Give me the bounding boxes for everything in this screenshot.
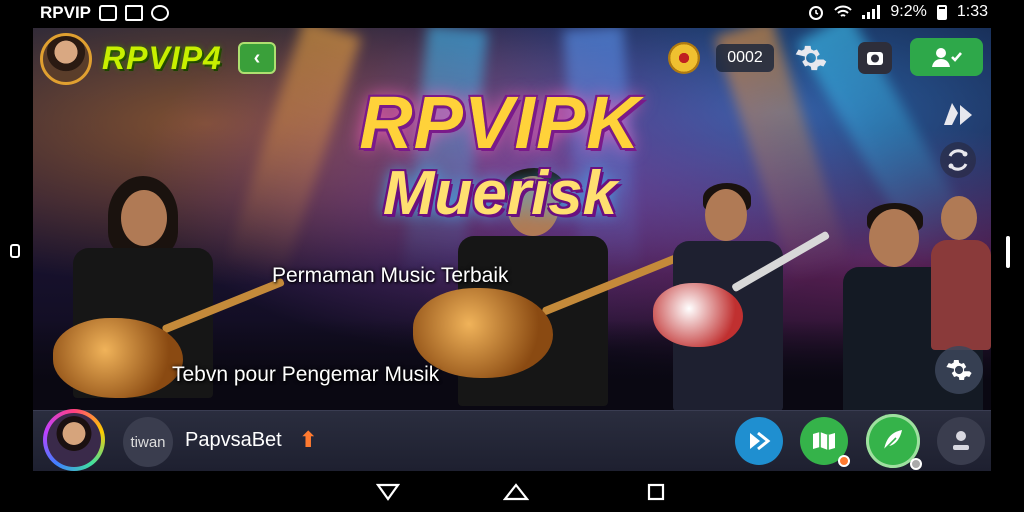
user-icon [953,431,969,450]
notification-icon [99,5,118,21]
subtitle-2: Tebvn pour Pengemar Musik [172,363,440,386]
refresh-icon[interactable] [938,140,978,180]
back-triangle-icon [376,483,400,501]
battery-percent: 9:2% [890,3,927,20]
share-icon[interactable] [938,95,978,135]
status-right: 9:2% 1:33 [808,3,988,21]
image-icon [125,5,144,21]
signal-icon [862,5,881,19]
feather-icon [883,430,902,451]
gear-icon [946,359,972,381]
edit-button[interactable] [866,414,922,470]
notification-dot [838,455,850,467]
play-button[interactable] [735,417,783,465]
coin-icon[interactable] [668,42,700,74]
add-user-icon [931,48,962,67]
status-dot [910,458,922,470]
title-line-2: Muerisk [382,159,618,228]
navigation-bar [0,472,1024,512]
settings-gear-icon[interactable] [794,41,828,75]
nav-home-button[interactable] [503,480,529,504]
edge-handle-right [1006,236,1010,268]
nav-recents-button[interactable] [643,480,669,504]
player-avatar[interactable] [40,33,92,85]
back-button[interactable]: ‹ [238,42,276,74]
add-friend-button[interactable] [910,38,983,76]
status-app-label: RPVIP [40,3,92,22]
bottom-bar: tiwan PapvsaBet ⬆ [33,410,991,471]
secondary-avatar[interactable]: tiwan [123,417,173,467]
subtitle-1: Permaman Music Terbaik [272,264,509,287]
battery-icon [936,4,947,20]
clock: 1:33 [956,3,988,20]
edge-handle-left [10,244,20,258]
nav-back-button[interactable] [375,480,401,504]
app-notification-icon [151,5,170,21]
status-left: RPVIP [40,3,170,23]
profile-avatar[interactable] [43,409,105,471]
map-button[interactable] [800,417,850,467]
crowd-member [923,178,991,350]
camera-button[interactable] [858,42,892,74]
map-icon [813,432,835,451]
rank-up-icon: ⬆ [299,427,318,452]
play-icon [750,431,771,451]
floating-settings-button[interactable] [935,346,983,394]
user-button[interactable] [937,417,985,465]
home-icon [503,483,529,501]
player-name: PapvsaBet [185,429,282,451]
camera-icon [867,52,883,65]
coin-counter: 0002 [716,44,774,72]
brand-logo: RPVIP4 [102,40,222,76]
title-line-1: RPVIPK [359,81,641,164]
wifi-icon [834,5,853,17]
recents-icon [647,483,665,501]
game-title: RPVIPK Muerisk [330,80,670,250]
alarm-icon [809,6,824,20]
status-bar: RPVIP 9:2% 1:33 [0,0,1024,26]
guitarist-right [643,183,833,410]
